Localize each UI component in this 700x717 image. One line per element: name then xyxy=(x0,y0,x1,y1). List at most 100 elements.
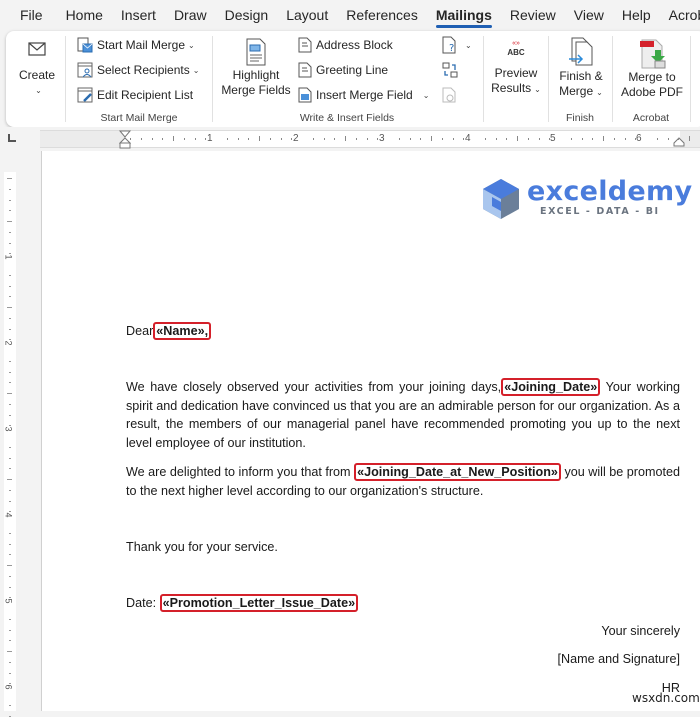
merge-field-joining-date-new-position[interactable]: «Joining_Date_at_New_Position» xyxy=(354,463,561,481)
ruler-number: 2 xyxy=(3,340,14,346)
indent-marker-icon[interactable] xyxy=(119,130,131,150)
ruler-tick xyxy=(173,136,174,141)
ruler-tick xyxy=(291,138,293,140)
ruler-number: 4 xyxy=(465,133,471,144)
create-label: Create xyxy=(18,68,56,82)
ruler-tick xyxy=(689,136,690,141)
preview-results-button[interactable]: «» ABC Preview Results ⌄ xyxy=(488,40,544,97)
ruler-tick xyxy=(9,446,11,448)
tab-mailings[interactable]: Mailings xyxy=(427,0,501,31)
preview-results-icon: «» ABC xyxy=(507,40,525,57)
ruler-tick xyxy=(9,672,11,674)
tab-references[interactable]: References xyxy=(337,0,427,31)
ruler-tick xyxy=(656,138,658,140)
merge-field-promotion-date[interactable]: «Promotion_Letter_Issue_Date» xyxy=(159,594,359,612)
tab-draw[interactable]: Draw xyxy=(165,0,216,31)
chevron-down-icon: ⌄ xyxy=(534,85,541,94)
tab-design[interactable]: Design xyxy=(216,0,278,31)
tab-home[interactable]: Home xyxy=(57,0,112,31)
tab-layout[interactable]: Layout xyxy=(277,0,337,31)
ruler-tick xyxy=(7,221,12,222)
ruler-tick xyxy=(484,138,486,140)
ruler-tick xyxy=(9,382,11,384)
ruler-tick xyxy=(527,138,529,140)
divider xyxy=(690,36,691,122)
results-label: Results xyxy=(491,81,532,95)
ruler-tick xyxy=(9,414,11,416)
merge-field-joining-date[interactable]: «Joining_Date» xyxy=(501,378,601,396)
ruler-tick xyxy=(377,138,379,140)
create-button[interactable]: Create ⌄ xyxy=(14,40,60,98)
group-label: Finish xyxy=(565,112,594,124)
ruler-tick xyxy=(9,468,11,470)
ruler-tick xyxy=(592,138,594,140)
ruler-tick xyxy=(441,138,443,140)
group-write-insert-fields: Write & Insert Fields xyxy=(213,31,481,127)
ruler-tick xyxy=(205,138,207,140)
group-start-mail-merge: Start Mail Merge xyxy=(66,31,212,127)
ruler-tick xyxy=(7,307,12,308)
ruler-tick xyxy=(9,715,11,717)
ruler-tick xyxy=(130,138,131,140)
ruler-number: 2 xyxy=(293,133,299,144)
envelope-icon xyxy=(28,42,46,56)
signature-line: [Name and Signature] xyxy=(557,652,680,666)
ruler-tick xyxy=(334,138,336,140)
ruler-tick xyxy=(9,231,11,233)
ruler-tick xyxy=(635,138,637,140)
ruler-tick xyxy=(248,138,250,140)
horizontal-ruler[interactable]: 1 2 3 4 5 6 xyxy=(0,127,700,151)
group-acrobat: Acrobat xyxy=(613,31,689,127)
ruler-number: 6 xyxy=(636,133,642,144)
ruler-tick xyxy=(495,138,497,140)
ruler-number: 5 xyxy=(550,133,556,144)
ruler-tick xyxy=(9,339,11,341)
ruler-number: 5 xyxy=(3,598,14,604)
ruler-tick xyxy=(151,138,153,140)
tab-insert[interactable]: Insert xyxy=(112,0,165,31)
ruler-tick xyxy=(9,188,11,190)
tab-help[interactable]: Help xyxy=(613,0,660,31)
ruler-tick xyxy=(323,138,325,140)
tab-review[interactable]: Review xyxy=(501,0,565,31)
tab-acrobat[interactable]: Acrobat xyxy=(660,0,700,31)
group-label: Start Mail Merge xyxy=(100,112,178,124)
ruler-tick xyxy=(420,138,422,140)
tab-view[interactable]: View xyxy=(565,0,613,31)
ruler-tick xyxy=(409,138,411,140)
ruler-tick xyxy=(506,138,508,140)
menu-bar: File Home Insert Draw Design Layout Refe… xyxy=(0,0,700,31)
greeting-prefix: Dear xyxy=(126,324,154,338)
vertical-ruler[interactable]: 1 2 3 4 5 6 xyxy=(3,172,16,717)
ruler-number: 1 xyxy=(3,254,14,260)
group-finish: Finish xyxy=(549,31,611,127)
ruler-tick xyxy=(269,138,271,140)
ruler-tick xyxy=(9,285,11,287)
p1-text-before: We have closely observed your activities… xyxy=(126,380,502,394)
ruler-tick xyxy=(7,178,12,179)
ruler-tick xyxy=(9,597,11,599)
logo-name: exceldemy xyxy=(527,176,693,207)
ruler-number: 6 xyxy=(3,684,14,690)
ruler-tick xyxy=(9,511,11,513)
ruler-tick xyxy=(280,138,282,140)
ruler-tick xyxy=(162,138,164,140)
ruler-tick xyxy=(398,138,400,140)
ruler-tick xyxy=(667,138,669,140)
merge-field-name[interactable]: «Name», xyxy=(153,322,212,340)
tab-file[interactable]: File xyxy=(0,0,57,31)
ruler-tick xyxy=(9,500,11,502)
ruler-tick xyxy=(9,683,11,685)
tab-selector-icon[interactable] xyxy=(8,134,16,142)
ruler-tick xyxy=(9,296,11,298)
ruler-tick xyxy=(549,138,551,140)
date-label: Date: xyxy=(126,596,157,610)
ruler-tick xyxy=(9,543,11,545)
ruler-tick xyxy=(678,138,680,140)
ruler-number: 1 xyxy=(207,133,213,144)
preview-label: Preview xyxy=(494,66,538,80)
ruler-tick xyxy=(9,360,11,362)
ruler-tick xyxy=(9,317,11,319)
ruler-tick xyxy=(9,640,11,642)
ruler-tick xyxy=(7,651,12,652)
